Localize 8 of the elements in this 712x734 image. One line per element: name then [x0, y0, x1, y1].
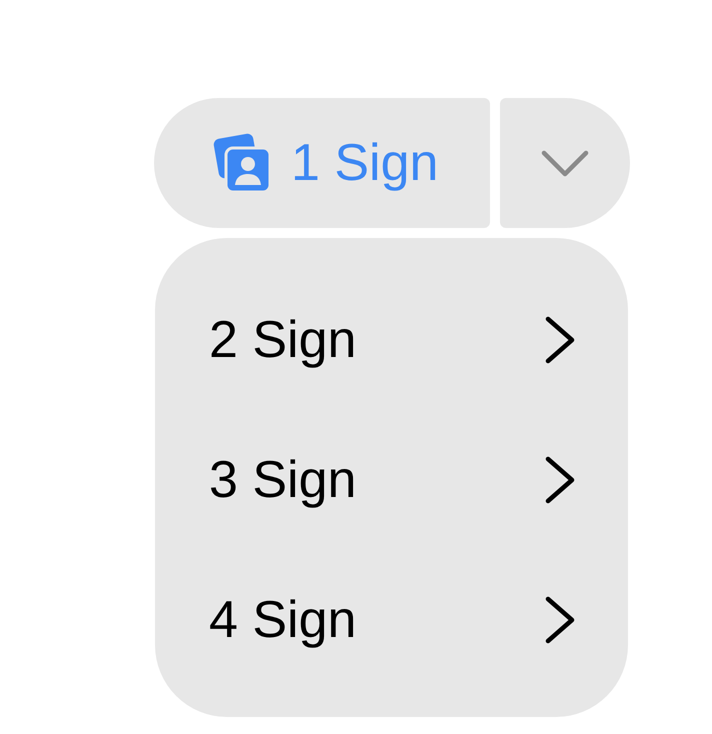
chevron-right-icon: [545, 596, 575, 644]
dropdown-toggle-button[interactable]: [500, 98, 630, 228]
menu-item[interactable]: 2 Sign: [209, 270, 575, 410]
menu-item[interactable]: 3 Sign: [209, 410, 575, 550]
chevron-right-icon: [545, 456, 575, 504]
menu-item[interactable]: 4 Sign: [209, 550, 575, 690]
chevron-right-icon: [545, 316, 575, 364]
chevron-down-icon: [541, 150, 589, 176]
